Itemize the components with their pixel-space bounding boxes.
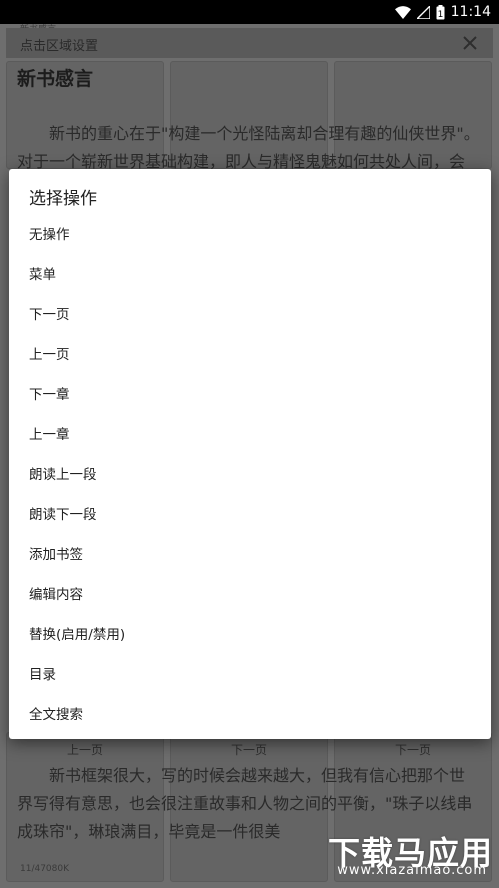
option-full-text-search[interactable]: 全文搜索 bbox=[9, 693, 491, 733]
action-option-list: 无操作 菜单 下一页 上一页 下一章 上一章 朗读上一段 朗读下一段 添加书签 … bbox=[9, 213, 491, 733]
option-previous-chapter[interactable]: 上一章 bbox=[9, 413, 491, 453]
book-paragraph-line: 界写得有意思，也会很注重故事和人物之间的平衡，"珠子以线串 bbox=[17, 794, 473, 813]
svg-text:1: 1 bbox=[437, 10, 443, 20]
option-edit-content[interactable]: 编辑内容 bbox=[9, 573, 491, 613]
option-next-chapter[interactable]: 下一章 bbox=[9, 373, 491, 413]
option-toggle-replace[interactable]: 替换(启用/禁用) bbox=[9, 613, 491, 653]
status-icons: 1 11:14 bbox=[394, 3, 491, 21]
book-paragraph-line: 新书的重心在于"构建一个光怪陆离却合理有趣的仙侠世界"。 bbox=[17, 124, 480, 143]
battery-icon: 1 bbox=[436, 4, 445, 20]
option-table-of-contents[interactable]: 目录 bbox=[9, 653, 491, 693]
watermark-subtitle: www.xiazaimao.com bbox=[337, 863, 487, 878]
reading-progress-label: 11/47080K bbox=[20, 864, 70, 874]
option-previous-page[interactable]: 上一页 bbox=[9, 333, 491, 373]
close-icon[interactable] bbox=[459, 32, 481, 54]
status-bar: 1 11:14 bbox=[0, 0, 499, 24]
dialog-title: 选择操作 bbox=[29, 189, 97, 209]
tap-zone-label: 下一页 bbox=[394, 743, 431, 757]
wifi-icon bbox=[394, 5, 411, 19]
option-read-previous-paragraph[interactable]: 朗读上一段 bbox=[9, 453, 491, 493]
option-menu[interactable]: 菜单 bbox=[9, 253, 491, 293]
option-no-action[interactable]: 无操作 bbox=[9, 213, 491, 253]
book-paragraph-line: 成珠帘"，琳琅满目，毕竟是一件很美 bbox=[17, 822, 281, 841]
tap-zone-label: 下一页 bbox=[230, 743, 267, 757]
option-next-page[interactable]: 下一页 bbox=[9, 293, 491, 333]
tap-zone-settings-bar: 点击区域设置 bbox=[6, 28, 493, 58]
tap-zone-label: 上一页 bbox=[66, 743, 103, 757]
book-chapter-title: 新书感言 bbox=[17, 68, 94, 90]
signal-icon bbox=[416, 5, 430, 19]
tap-zone-settings-title: 点击区域设置 bbox=[20, 39, 99, 54]
book-paragraph-line: 新书框架很大，写的时候会越来越大，但我有信心把那个世 bbox=[17, 766, 466, 785]
choose-action-dialog: 选择操作 无操作 菜单 下一页 上一页 下一章 上一章 朗读上一段 朗读下一段 … bbox=[9, 169, 491, 739]
option-add-bookmark[interactable]: 添加书签 bbox=[9, 533, 491, 573]
status-time: 11:14 bbox=[450, 4, 491, 20]
watermark-logo: 下载马应用 www.xiazaimao.com bbox=[303, 828, 493, 878]
option-read-next-paragraph[interactable]: 朗读下一段 bbox=[9, 493, 491, 533]
